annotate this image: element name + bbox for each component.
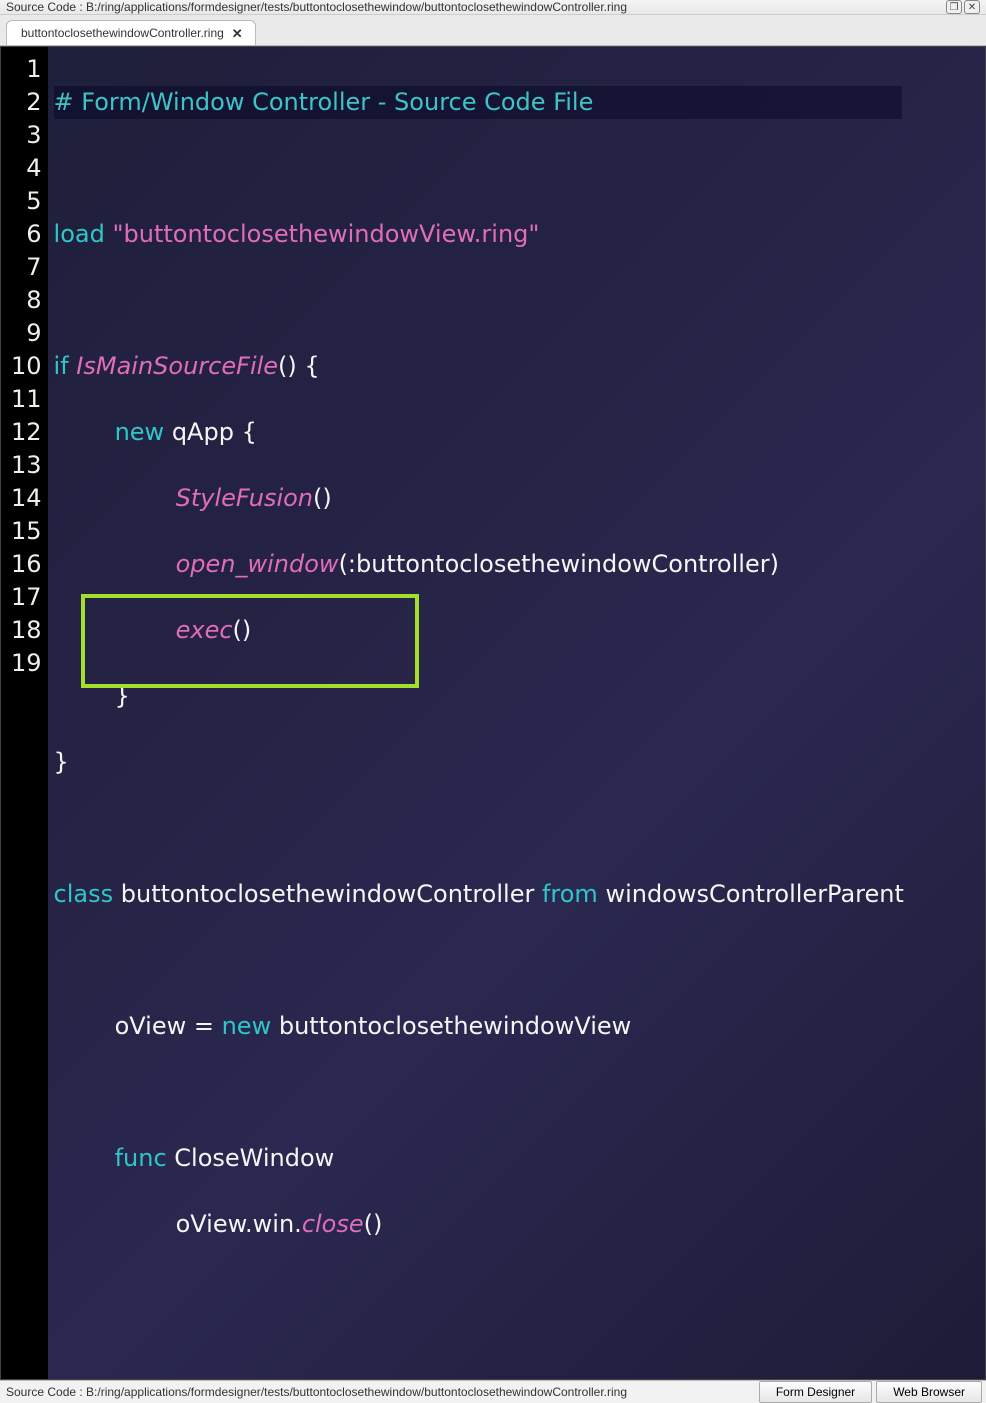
line-number: 14 (11, 482, 42, 515)
code-token: func (115, 1144, 167, 1172)
code-token: oView.win. (54, 1210, 302, 1238)
code-token: "buttontoclosethewindowView.ring" (105, 220, 540, 248)
code-token: CloseWindow (167, 1144, 335, 1172)
code-token: StyleFusion (176, 484, 313, 512)
line-number: 3 (11, 119, 42, 152)
line-number: 17 (11, 581, 42, 614)
code-token: # Form/Window Controller - Source Code F… (54, 88, 594, 116)
line-number: 13 (11, 449, 42, 482)
line-number: 4 (11, 152, 42, 185)
line-number: 6 (11, 218, 42, 251)
code-token: load (54, 220, 105, 248)
code-token: () (313, 484, 332, 512)
code-token: (:buttontoclosethewindowController) (339, 550, 779, 578)
line-number: 7 (11, 251, 42, 284)
line-number: 11 (11, 383, 42, 416)
annotation-highlight (81, 594, 419, 688)
line-number: 16 (11, 548, 42, 581)
statusbar-path: Source Code : B:/ring/applications/formd… (6, 1385, 627, 1399)
code-token: windowsControllerParent (598, 880, 904, 908)
line-number: 2 (11, 86, 42, 119)
tab-bar: buttontoclosethewindowController.ring ✕ (0, 15, 986, 46)
line-number: 9 (11, 317, 42, 350)
line-number-gutter: 1 2 3 4 5 6 7 8 9 10 11 12 13 14 15 16 1… (1, 47, 48, 1379)
code-token: class (54, 880, 114, 908)
form-designer-button[interactable]: Form Designer (759, 1381, 872, 1403)
code-token: buttontoclosethewindowView (271, 1012, 631, 1040)
line-number: 15 (11, 515, 42, 548)
code-token: from (542, 880, 598, 908)
tab-close-icon[interactable]: ✕ (232, 27, 243, 40)
line-number: 1 (11, 53, 42, 86)
code-token: buttontoclosethewindowController (113, 880, 542, 908)
code-token: oView = (54, 1012, 222, 1040)
tab-label: buttontoclosethewindowController.ring (21, 26, 224, 40)
code-token: new (115, 418, 165, 446)
web-browser-button[interactable]: Web Browser (876, 1381, 982, 1403)
code-token: if (54, 352, 69, 380)
titlebar: Source Code : B:/ring/applications/formd… (0, 0, 986, 15)
code-editor[interactable]: 1 2 3 4 5 6 7 8 9 10 11 12 13 14 15 16 1… (0, 46, 986, 1380)
code-token: close (302, 1210, 364, 1238)
code-token: () (364, 1210, 383, 1238)
restore-icon[interactable]: ❐ (946, 0, 962, 14)
code-token: } (54, 748, 69, 776)
code-token: qApp { (164, 418, 257, 446)
code-token: open_window (176, 550, 339, 578)
code-token: new (222, 1012, 272, 1040)
line-number: 19 (11, 647, 42, 680)
line-number: 12 (11, 416, 42, 449)
line-number: 8 (11, 284, 42, 317)
code-area[interactable]: # Form/Window Controller - Source Code F… (48, 47, 908, 1379)
titlebar-label: Source Code : B:/ring/applications/formd… (6, 0, 627, 14)
line-number: 10 (11, 350, 42, 383)
code-token: () { (278, 352, 320, 380)
line-number: 5 (11, 185, 42, 218)
tab-active[interactable]: buttontoclosethewindowController.ring ✕ (6, 20, 256, 45)
line-number: 18 (11, 614, 42, 647)
status-bar: Source Code : B:/ring/applications/formd… (0, 1380, 986, 1403)
close-icon[interactable]: ✕ (964, 0, 980, 14)
code-token: IsMainSourceFile (69, 352, 278, 380)
